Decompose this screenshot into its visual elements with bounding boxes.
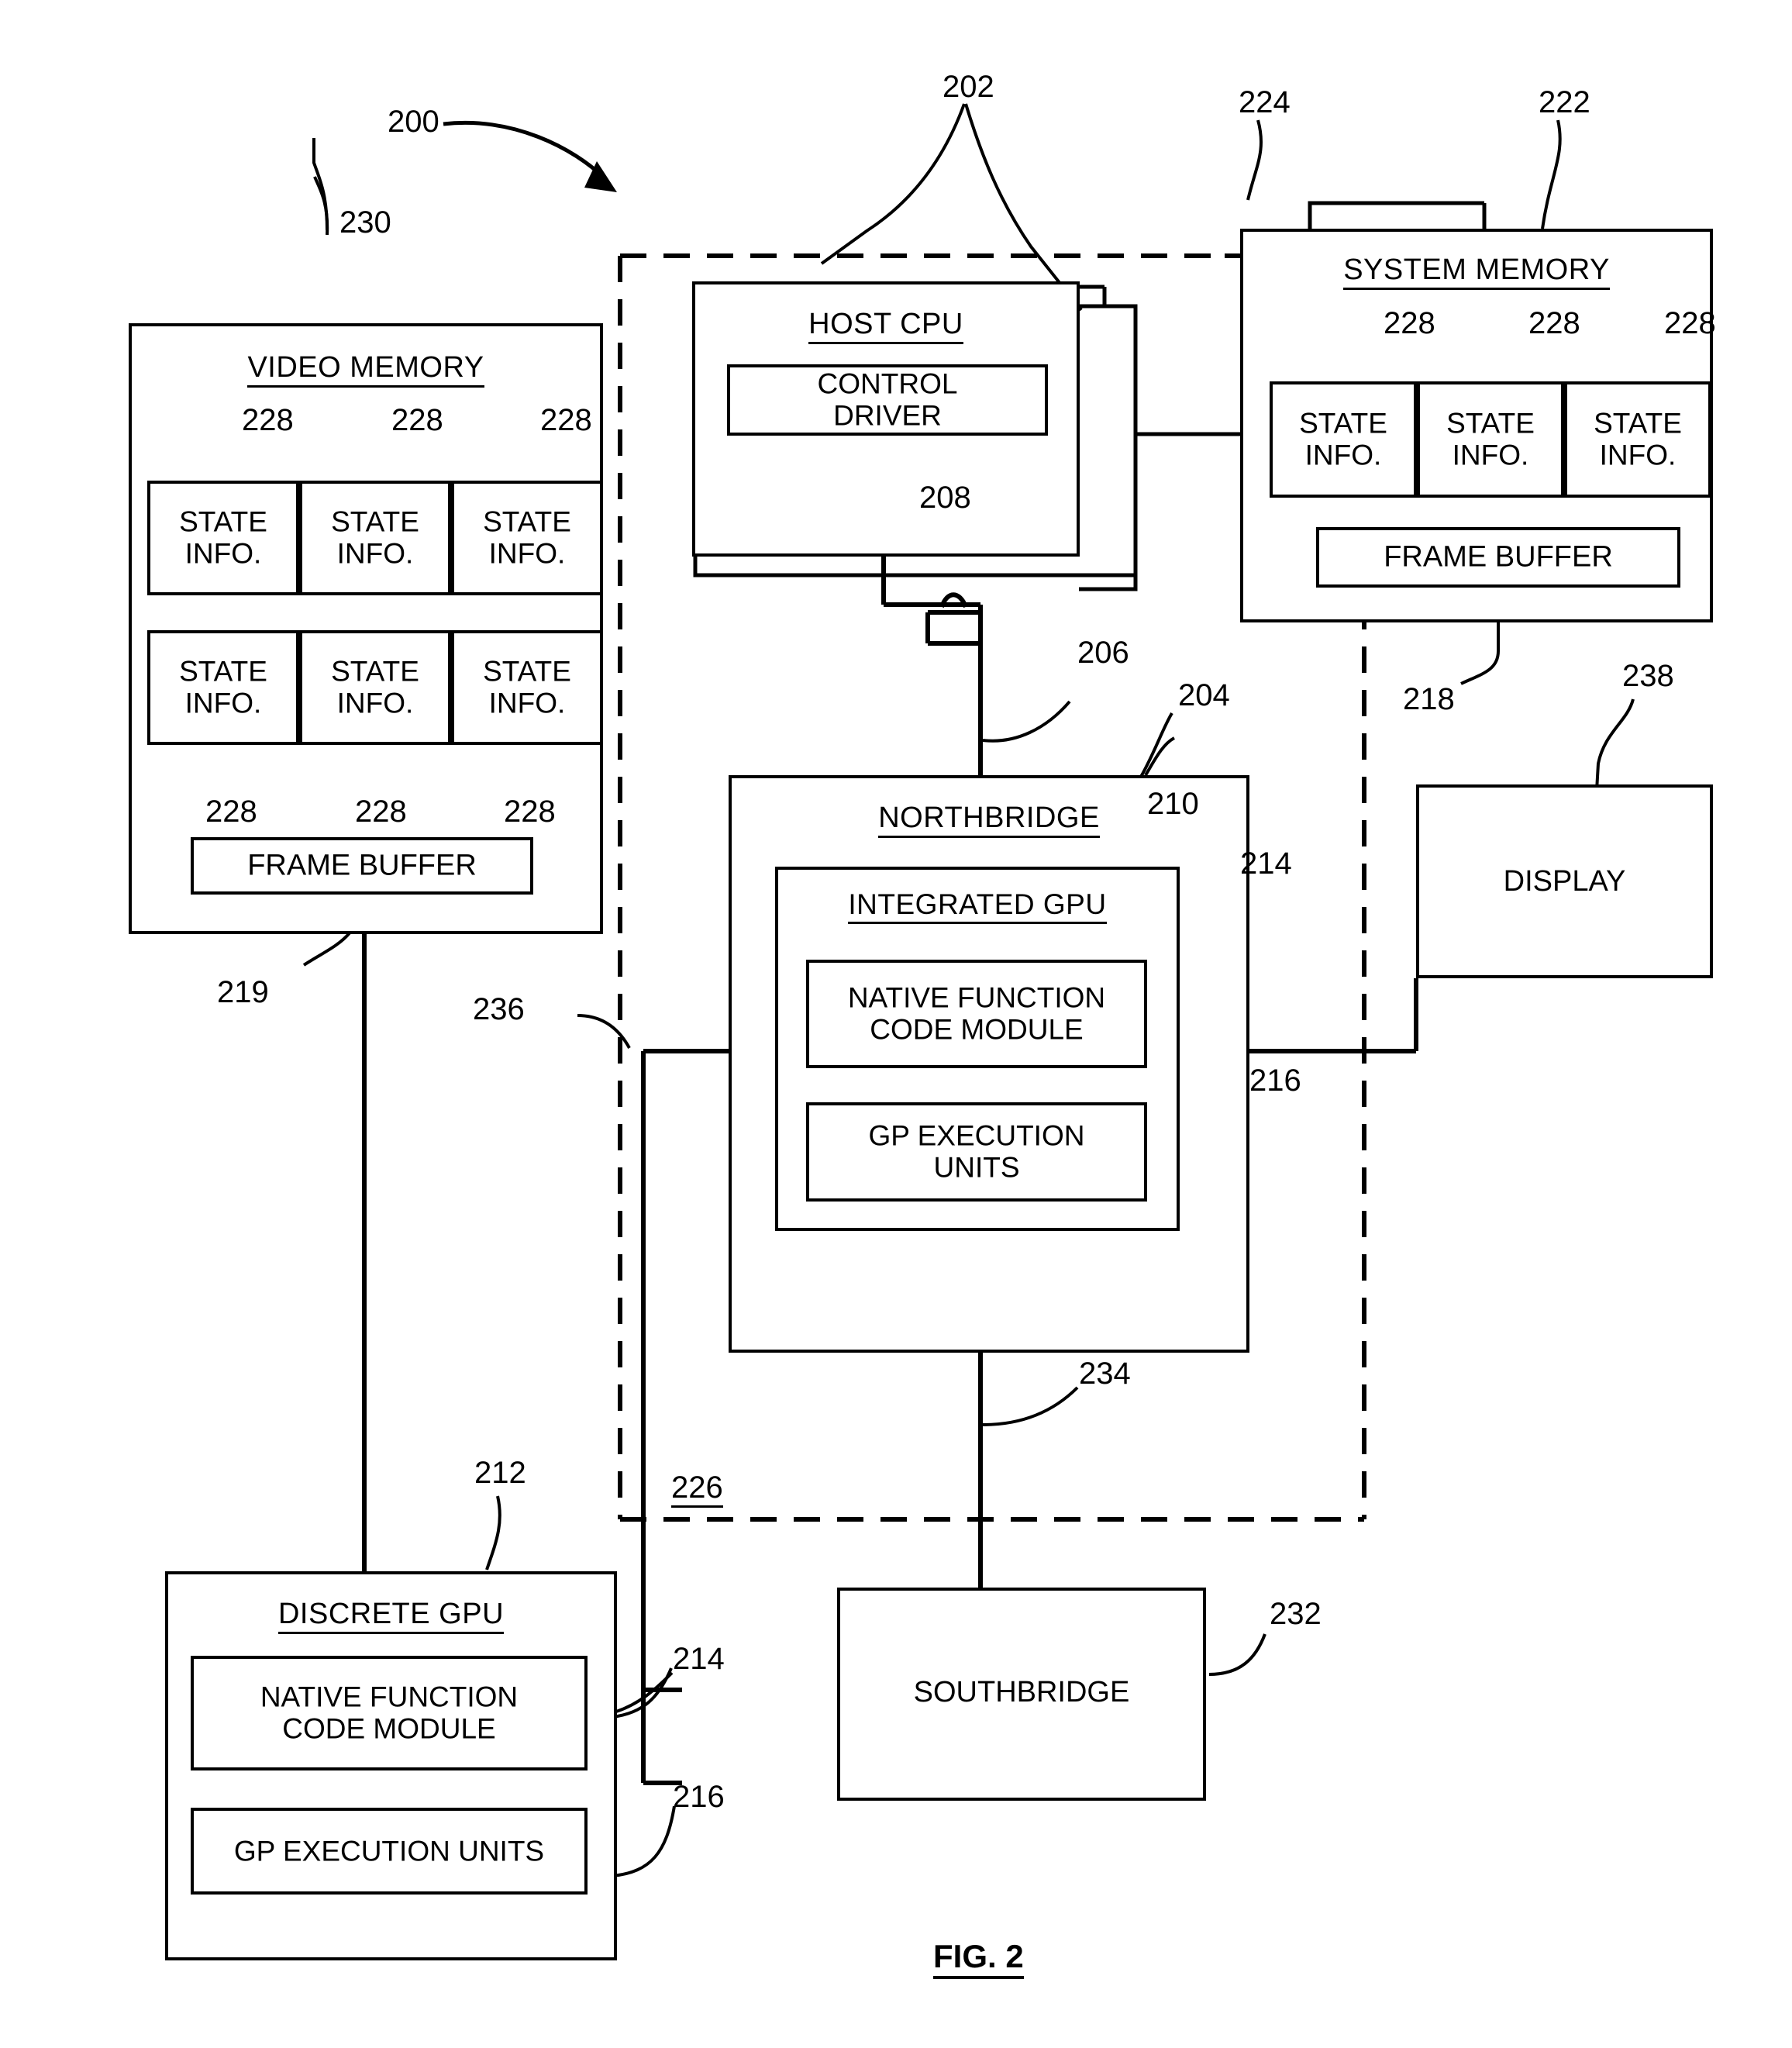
ref-236: 236 (473, 992, 525, 1026)
discrete-gpu-title: DISCRETE GPU (168, 1598, 614, 1634)
state-info-label: STATE INFO. (331, 505, 419, 570)
ref-204: 204 (1178, 678, 1230, 712)
ref-230: 230 (339, 205, 391, 240)
ref-228-vm-5: 228 (355, 795, 407, 829)
ref-200: 200 (388, 105, 439, 139)
state-info-label: STATE INFO. (331, 655, 419, 719)
discrete-gpu-gp-execution-units: GP EXECUTION UNITS (191, 1808, 588, 1895)
system-memory-frame-buffer: FRAME BUFFER (1316, 527, 1680, 588)
ref-210: 210 (1147, 787, 1199, 821)
ref-232: 232 (1270, 1597, 1322, 1631)
state-info-label: STATE INFO. (483, 505, 571, 570)
video-memory-title: VIDEO MEMORY (132, 351, 600, 388)
ref-224: 224 (1239, 85, 1291, 119)
integrated-gpu-native-function-code-module: NATIVE FUNCTION CODE MODULE (806, 960, 1147, 1068)
state-info-label: STATE INFO. (179, 505, 267, 570)
ref-216-dgpu: 216 (673, 1780, 725, 1814)
ref-216-igpu: 216 (1249, 1064, 1301, 1098)
display-title: DISPLAY (1503, 865, 1626, 898)
ref-214-dgpu: 214 (673, 1642, 725, 1676)
control-driver-block: CONTROL DRIVER (727, 364, 1048, 436)
ref-234: 234 (1079, 1357, 1131, 1391)
ref-228-vm-3: 228 (540, 403, 592, 437)
control-driver-label: CONTROL DRIVER (817, 367, 958, 432)
gp-execution-units-label: GP EXECUTION UNITS (233, 1835, 545, 1867)
ref-214-igpu: 214 (1240, 846, 1292, 881)
native-function-code-module-label: NATIVE FUNCTION CODE MODULE (260, 1681, 519, 1745)
state-info-label: STATE INFO. (1594, 407, 1682, 471)
video-memory-state-cell-6: STATE INFO. (451, 630, 603, 745)
ref-228-sm-2: 228 (1528, 306, 1580, 340)
ref-226: 226 (671, 1470, 723, 1508)
frame-buffer-label: FRAME BUFFER (247, 849, 477, 882)
ref-208: 208 (919, 481, 971, 515)
integrated-gpu-title: INTEGRATED GPU (778, 888, 1177, 924)
ref-228-vm-2: 228 (391, 403, 443, 437)
southbridge-block: SOUTHBRIDGE (837, 1588, 1206, 1801)
state-info-label: STATE INFO. (1299, 407, 1387, 471)
ref-228-vm-1: 228 (242, 403, 294, 437)
ref-206: 206 (1077, 636, 1129, 670)
ref-228-vm-4: 228 (205, 795, 257, 829)
patent-figure-2: VIDEO MEMORY STATE INFO. STATE INFO. STA… (0, 0, 1792, 2048)
integrated-gpu-gp-execution-units: GP EXECUTION UNITS (806, 1102, 1147, 1202)
system-memory-title: SYSTEM MEMORY (1243, 253, 1710, 290)
southbridge-title: SOUTHBRIDGE (913, 1676, 1130, 1708)
discrete-gpu-native-function-code-module: NATIVE FUNCTION CODE MODULE (191, 1656, 588, 1770)
figure-label: FIG. 2 (933, 1938, 1024, 1979)
state-info-label: STATE INFO. (483, 655, 571, 719)
video-memory-frame-buffer: FRAME BUFFER (191, 837, 533, 895)
ref-238: 238 (1622, 659, 1674, 693)
ref-228-sm-3: 228 (1664, 306, 1716, 340)
video-memory-state-cell-4: STATE INFO. (147, 630, 299, 745)
ref-202: 202 (943, 70, 994, 104)
ref-218: 218 (1403, 682, 1455, 716)
video-memory-state-cell-5: STATE INFO. (299, 630, 451, 745)
ref-228-vm-6: 228 (504, 795, 556, 829)
system-memory-state-cell-3: STATE INFO. (1564, 381, 1711, 498)
display-block: DISPLAY (1416, 784, 1713, 978)
native-function-code-module-label: NATIVE FUNCTION CODE MODULE (847, 981, 1106, 1046)
ref-222: 222 (1539, 85, 1590, 119)
ref-228-sm-1: 228 (1384, 306, 1435, 340)
system-memory-state-cell-1: STATE INFO. (1270, 381, 1417, 498)
video-memory-state-cell-3: STATE INFO. (451, 481, 603, 595)
video-memory-state-cell-1: STATE INFO. (147, 481, 299, 595)
gp-execution-units-label: GP EXECUTION UNITS (868, 1119, 1085, 1184)
ref-219: 219 (217, 975, 269, 1009)
system-memory-state-cell-2: STATE INFO. (1417, 381, 1564, 498)
state-info-label: STATE INFO. (1446, 407, 1535, 471)
ref-212: 212 (474, 1456, 526, 1490)
host-cpu-title: HOST CPU (695, 308, 1077, 344)
video-memory-state-cell-2: STATE INFO. (299, 481, 451, 595)
state-info-label: STATE INFO. (179, 655, 267, 719)
frame-buffer-label: FRAME BUFFER (1384, 540, 1613, 574)
